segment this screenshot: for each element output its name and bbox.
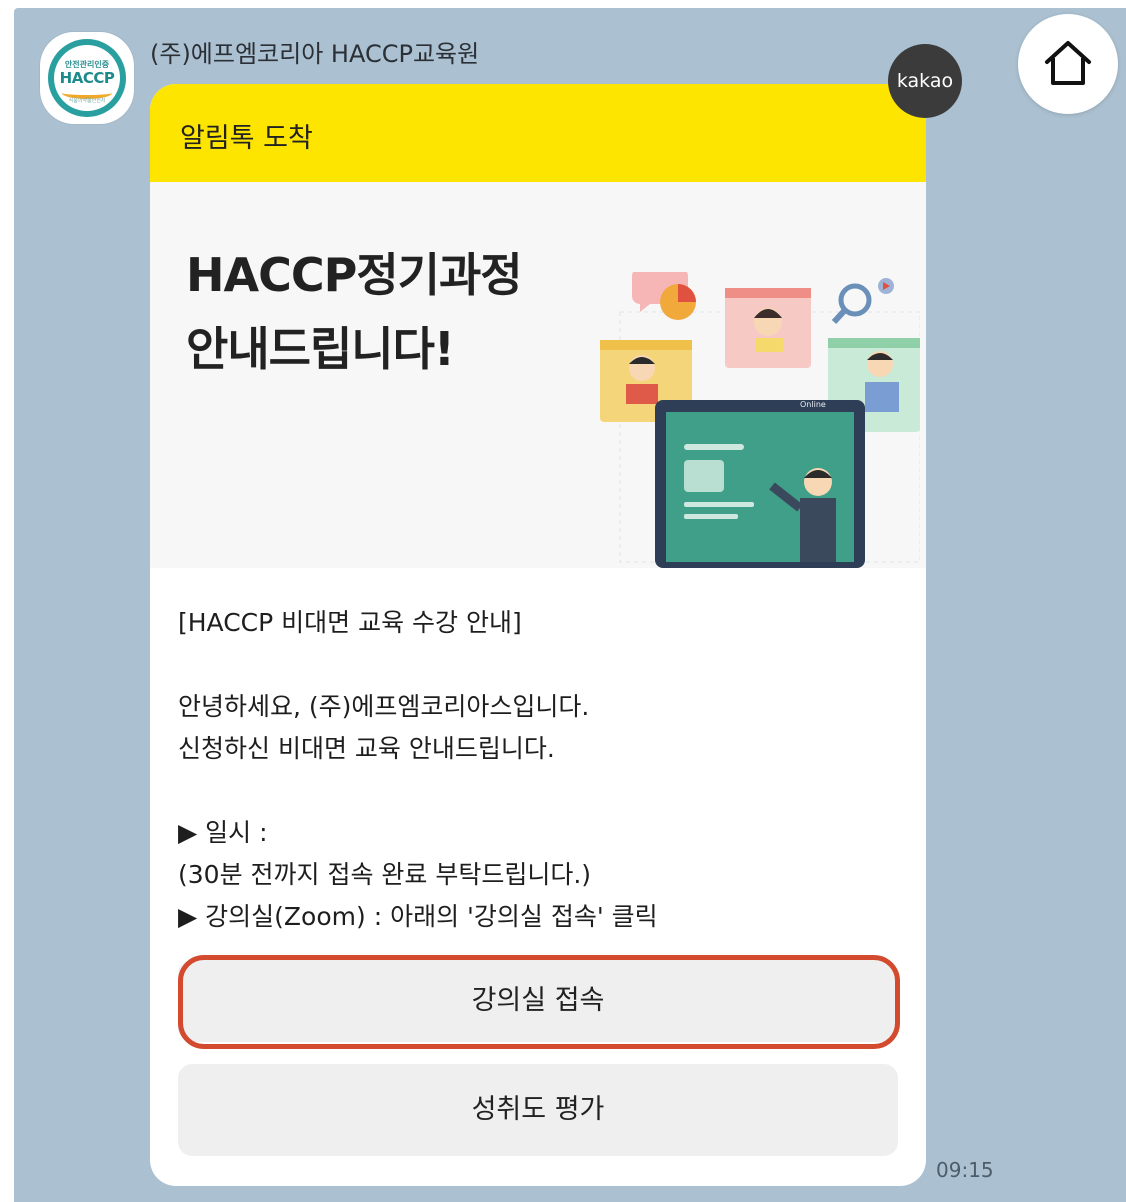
message-line-note: (30분 전까지 접속 완료 부탁드립니다.) — [178, 860, 592, 889]
home-button[interactable] — [1018, 14, 1118, 114]
alimtalk-card: 알림톡 도착 HACCP정기과정 안내드립니다! Online [HACCP 비… — [150, 84, 926, 1186]
message-line-intro: 신청하신 비대면 교육 안내드립니다. — [178, 734, 555, 763]
card-header: 알림톡 도착 — [150, 84, 926, 182]
message-body: [HACCP 비대면 교육 수강 안내] 안녕하세요, (주)에프엠코리아스입니… — [178, 602, 658, 938]
online-class-illustration: Online — [590, 272, 920, 568]
card-header-label: 알림톡 도착 — [180, 123, 313, 154]
logo-bottom-text: 식품의약품안전처 — [68, 98, 106, 104]
sender-name: (주)에프엠코리아 HACCP교육원 — [150, 40, 480, 68]
sender-avatar[interactable]: 안전관리인증 HACCP 식품의약품안전처 — [40, 32, 134, 124]
logo-main-text: HACCP — [59, 69, 115, 87]
banner-title-line1: HACCP정기과정 — [186, 248, 523, 302]
achievement-evaluation-button[interactable]: 성취도 평가 — [178, 1064, 898, 1156]
illustration-label: Online — [800, 400, 826, 409]
banner-title-line2: 안내드립니다! — [186, 322, 455, 376]
message-line-datetime: ▶ 일시 : — [178, 818, 268, 847]
home-icon — [1045, 41, 1091, 85]
banner-title: HACCP정기과정 안내드립니다! — [186, 238, 523, 386]
banner: HACCP정기과정 안내드립니다! Online — [150, 182, 926, 568]
message-line-greeting: 안녕하세요, (주)에프엠코리아스입니다. — [178, 692, 590, 721]
kakao-badge: kakao — [888, 44, 962, 118]
message-timestamp: 09:15 — [936, 1158, 994, 1182]
message-line-zoom: ▶ 강의실(Zoom) : 아래의 '강의실 접속' 클릭 — [178, 902, 658, 931]
haccp-logo: 안전관리인증 HACCP 식품의약품안전처 — [54, 45, 120, 111]
classroom-join-button[interactable]: 강의실 접속 — [178, 960, 898, 1042]
message-line-title: [HACCP 비대면 교육 수강 안내] — [178, 608, 522, 637]
